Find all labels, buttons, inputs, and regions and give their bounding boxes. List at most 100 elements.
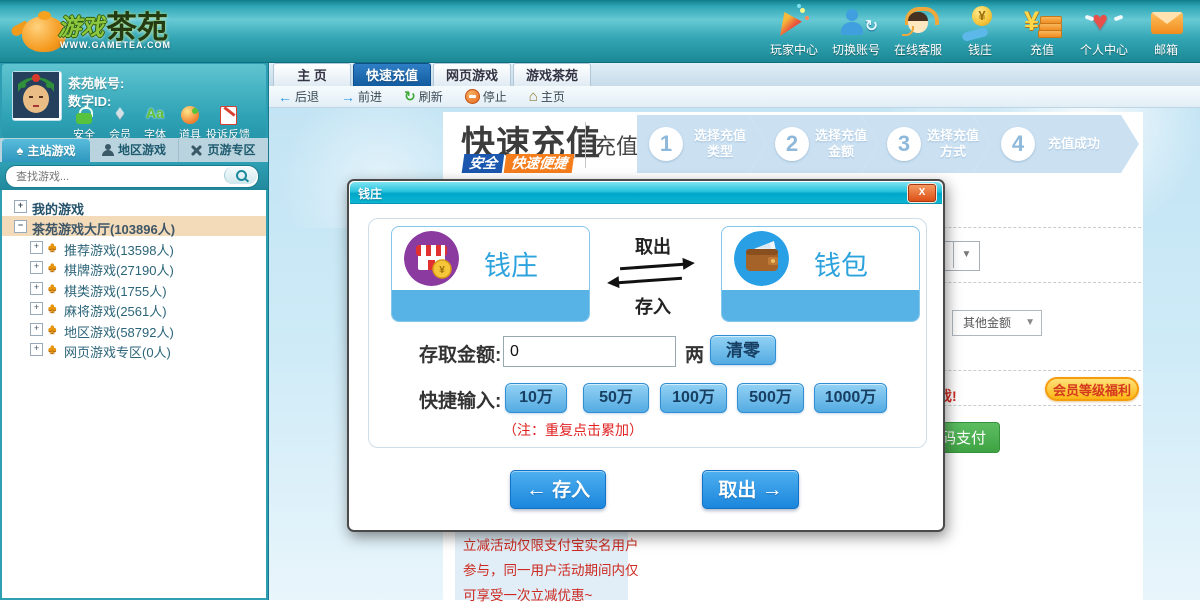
tab-web-games[interactable]: 网页游戏 bbox=[433, 63, 511, 87]
home-button[interactable]: ⌂ 主页 bbox=[529, 88, 565, 105]
quick-action-feedback[interactable]: 投诉反馈 bbox=[206, 105, 250, 142]
arrow-right-icon: → bbox=[762, 478, 783, 501]
quick-amount-button[interactable]: 100万 bbox=[660, 383, 727, 413]
logo-tagline: WWW.GAMETEA.COM bbox=[60, 40, 171, 50]
home-icon: ⌂ bbox=[529, 88, 538, 105]
logo-text-1: 游戏 bbox=[58, 8, 104, 42]
banner-badge-safe: 安全 bbox=[462, 154, 505, 173]
sidebar-tab-web-games[interactable]: 页游专区 bbox=[178, 139, 267, 162]
stop-icon bbox=[465, 89, 480, 104]
chevron-down-icon: ▼ bbox=[953, 242, 979, 268]
step-2: 2 选择充值金额 bbox=[749, 115, 879, 173]
search-input[interactable] bbox=[14, 167, 218, 186]
tree-item-chess-card[interactable]: + ♣ 棋牌游戏(27190人) bbox=[2, 257, 266, 277]
tree-item-chess[interactable]: + ♣ 棋类游戏(1755人) bbox=[2, 278, 266, 298]
mail-icon bbox=[1146, 6, 1186, 42]
nav-mail[interactable]: 邮箱 bbox=[1135, 4, 1197, 60]
bank-shop-icon: ¥ bbox=[404, 231, 459, 286]
account-label: 茶苑帐号: bbox=[68, 73, 124, 92]
sidebar-tab-region-games[interactable]: 地区游戏 bbox=[92, 139, 176, 162]
search-strip bbox=[0, 162, 268, 190]
nav-switch-account[interactable]: ↻ 切换账号 bbox=[825, 4, 887, 60]
back-icon: ← bbox=[278, 89, 292, 105]
lock-icon bbox=[73, 105, 95, 125]
collapse-icon[interactable]: − bbox=[14, 220, 27, 233]
quick-amount-button[interactable]: 1000万 bbox=[814, 383, 887, 413]
quick-amount-button[interactable]: 10万 bbox=[505, 383, 567, 413]
feedback-book-icon bbox=[217, 105, 239, 125]
nav-personal-center[interactable]: ♥ 个人中心 bbox=[1073, 4, 1135, 60]
club-icon: ♣ bbox=[48, 239, 57, 254]
expand-icon[interactable]: + bbox=[30, 282, 43, 295]
nav-bank[interactable]: ¥ 钱庄 bbox=[949, 4, 1011, 60]
wallet-card[interactable]: 钱包 bbox=[721, 226, 920, 322]
svg-text:¥: ¥ bbox=[439, 265, 445, 276]
party-popper-icon bbox=[774, 6, 814, 42]
vip-benefit-badge[interactable]: 会员等级福利 bbox=[1045, 377, 1139, 401]
club-icon: ♣ bbox=[48, 321, 57, 336]
user-panel: 茶苑帐号: 数字ID: 安全 ♦ 会员 Aa 字体 道具 投诉反馈 bbox=[2, 64, 266, 138]
unit-label: 两 bbox=[685, 340, 704, 367]
person-icon bbox=[102, 144, 114, 156]
search-box bbox=[5, 165, 259, 188]
deposit-button[interactable]: ← 存入 bbox=[510, 470, 606, 509]
expand-icon[interactable]: + bbox=[30, 261, 43, 274]
repeat-click-note: （注：重复点击累加） bbox=[503, 420, 643, 440]
tree-item-mahjong[interactable]: + ♣ 麻将游戏(2561人) bbox=[2, 298, 266, 318]
dialog-body-panel: ¥ 钱庄 取出 存入 钱包 bbox=[368, 218, 927, 448]
arrow-left-icon bbox=[618, 277, 682, 284]
forward-button[interactable]: → 前进 bbox=[341, 88, 382, 105]
clear-button[interactable]: 清零 bbox=[710, 335, 776, 365]
banner-divider bbox=[585, 122, 586, 168]
chevron-down-icon: ▼ bbox=[1025, 311, 1035, 335]
club-icon: ♣ bbox=[48, 259, 57, 274]
tree-item-game-hall[interactable]: − 茶苑游戏大厅(103896人) bbox=[2, 216, 266, 236]
tab-home[interactable]: 主 页 bbox=[273, 63, 351, 87]
expand-icon[interactable]: + bbox=[30, 323, 43, 336]
expand-icon[interactable]: + bbox=[14, 200, 27, 213]
sidebar-tabs: ♠主站游戏 地区游戏 页游专区 bbox=[0, 138, 268, 162]
expand-icon[interactable]: + bbox=[30, 302, 43, 315]
bank-card-label: 钱庄 bbox=[484, 244, 538, 283]
nav-customer-service[interactable]: 在线客服 bbox=[887, 4, 949, 60]
tree-item-region[interactable]: + ♣ 地区游戏(58792人) bbox=[2, 319, 266, 339]
game-tree: + 我的游戏 − 茶苑游戏大厅(103896人) + ♣ 推荐游戏(13598人… bbox=[2, 190, 266, 598]
refresh-button[interactable]: ↻ 刷新 bbox=[404, 88, 443, 105]
back-button[interactable]: ← 后退 bbox=[278, 88, 319, 105]
other-amount-select[interactable]: 其他金额 ▼ bbox=[952, 310, 1042, 336]
close-icon[interactable]: X bbox=[908, 184, 936, 202]
crossed-swords-icon bbox=[190, 144, 203, 156]
search-button[interactable] bbox=[224, 167, 257, 184]
sidebar: 茶苑帐号: 数字ID: 安全 ♦ 会员 Aa 字体 道具 投诉反馈 ♠主站游戏 … bbox=[0, 62, 269, 600]
withdraw-button[interactable]: 取出 → bbox=[702, 470, 799, 509]
quick-amount-button[interactable]: 500万 bbox=[737, 383, 804, 413]
avatar[interactable] bbox=[12, 71, 62, 121]
quick-amount-button[interactable]: 50万 bbox=[583, 383, 649, 413]
header-nav: 玩家中心 ↻ 切换账号 在线客服 ¥ 钱庄 ¥ bbox=[763, 4, 1197, 60]
bank-card[interactable]: ¥ 钱庄 bbox=[391, 226, 590, 322]
nav-recharge[interactable]: ¥ 充值 bbox=[1011, 4, 1073, 60]
top-header: 游戏 茶苑 WWW.GAMETEA.COM 玩家中心 ↻ 切换账号 在线客服 bbox=[0, 0, 1200, 63]
switch-account-icon: ↻ bbox=[836, 6, 876, 42]
amount-input[interactable] bbox=[503, 336, 676, 367]
tab-quick-recharge[interactable]: 快速充值 bbox=[353, 63, 431, 87]
nav-player-center[interactable]: 玩家中心 bbox=[763, 4, 825, 60]
sidebar-tab-main-games[interactable]: ♠主站游戏 bbox=[2, 139, 90, 162]
wallet-card-label: 钱包 bbox=[814, 244, 868, 283]
tab-gametea[interactable]: 游戏茶苑 bbox=[513, 63, 591, 87]
banner-section-label: 充值 bbox=[594, 129, 638, 161]
tree-item-webgame-zone[interactable]: + ♣ 网页游戏专区(0人) bbox=[2, 339, 266, 359]
stop-button[interactable]: 停止 bbox=[465, 88, 507, 105]
amount-label: 存取金额: bbox=[419, 340, 501, 367]
dialog-title: 钱庄 bbox=[358, 185, 382, 202]
main-tab-bar: 主 页 快速充值 网页游戏 游戏茶苑 bbox=[268, 62, 1200, 87]
step-1: 1 选择充值类型 bbox=[637, 115, 767, 173]
expand-icon[interactable]: + bbox=[30, 343, 43, 356]
browser-toolbar: ← 后退 → 前进 ↻ 刷新 停止 ⌂ 主页 bbox=[268, 86, 1200, 108]
dialog-titlebar[interactable]: 钱庄 X bbox=[350, 182, 942, 204]
expand-icon[interactable]: + bbox=[30, 241, 43, 254]
tree-item-recommended[interactable]: + ♣ 推荐游戏(13598人) bbox=[2, 237, 266, 257]
club-icon: ♣ bbox=[48, 300, 57, 315]
tree-item-my-games[interactable]: + 我的游戏 bbox=[2, 196, 266, 216]
customer-service-icon bbox=[898, 6, 938, 42]
